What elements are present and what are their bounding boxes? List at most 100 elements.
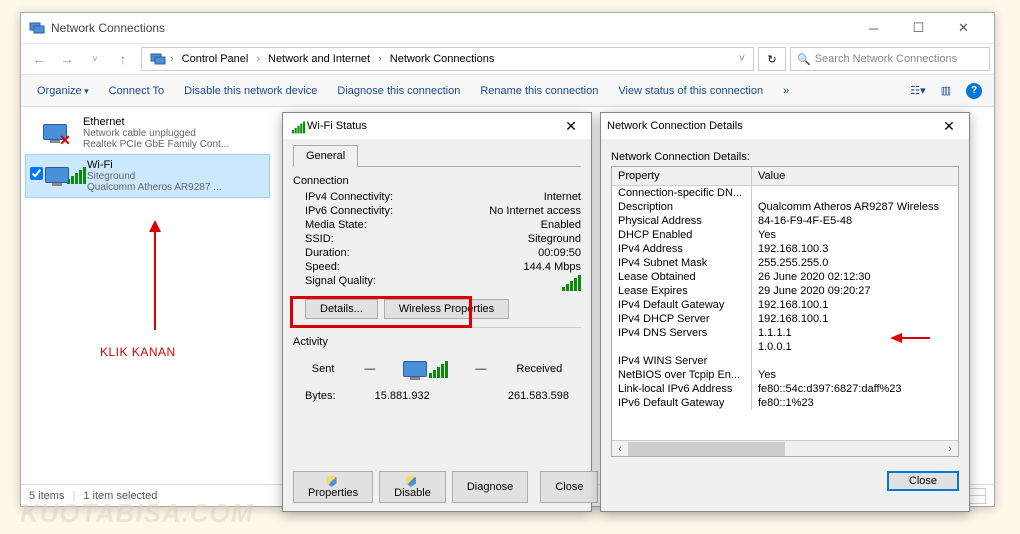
forward-button[interactable]: →	[53, 45, 81, 73]
table-row[interactable]: DescriptionQualcomm Atheros AR9287 Wirel…	[612, 200, 958, 214]
dialog-close-button[interactable]: ✕	[557, 115, 585, 137]
signal-quality-label: Signal Quality:	[305, 275, 376, 291]
table-row[interactable]: DHCP EnabledYes	[612, 228, 958, 242]
wifi-icon	[47, 159, 83, 191]
dialog-title: Wi-Fi Status	[307, 120, 557, 132]
value-cell: 84-16-F9-4F-E5-48	[752, 214, 958, 228]
property-cell: Description	[612, 200, 752, 214]
property-value: 00:09:50	[538, 247, 581, 259]
property-cell: Lease Obtained	[612, 270, 752, 284]
adapter-status: Network cable unplugged	[83, 128, 266, 139]
property-cell: IPv4 Default Gateway	[612, 298, 752, 312]
close-button[interactable]: Close	[887, 471, 959, 491]
signal-bars-icon	[562, 275, 581, 291]
window-icon	[29, 20, 45, 36]
table-row[interactable]: IPv4 WINS Server	[612, 354, 958, 368]
help-icon[interactable]: ?	[962, 79, 986, 103]
table-row[interactable]: Link-local IPv6 Addressfe80::54c:d397:68…	[612, 382, 958, 396]
recent-dropdown[interactable]: ˅	[81, 45, 109, 73]
property-label: Media State:	[305, 219, 367, 231]
property-cell: IPv4 WINS Server	[612, 354, 752, 368]
property-value: No Internet access	[489, 205, 581, 217]
table-row[interactable]: IPv4 Default Gateway192.168.100.1	[612, 298, 958, 312]
property-cell: DHCP Enabled	[612, 228, 752, 242]
connection-label: Connection	[293, 175, 581, 187]
close-button[interactable]: ✕	[941, 13, 986, 43]
column-value[interactable]: Value	[752, 167, 958, 185]
value-cell: Yes	[752, 228, 958, 242]
property-value: Siteground	[528, 233, 581, 245]
table-row[interactable]: IPv4 Address192.168.100.3	[612, 242, 958, 256]
value-cell: Qualcomm Atheros AR9287 Wireless	[752, 200, 958, 214]
refresh-button[interactable]: ↻	[758, 47, 786, 71]
view-status-button[interactable]: View status of this connection	[610, 81, 771, 101]
diagnose-button[interactable]: Diagnose	[452, 471, 528, 503]
adapter-ethernet[interactable]: ✕ Ethernet Network cable unplugged Realt…	[25, 112, 270, 154]
preview-pane-icon[interactable]: ▥	[934, 79, 958, 103]
organize-menu[interactable]: Organize	[29, 81, 97, 101]
breadcrumb[interactable]: › Control Panel › Network and Internet ›…	[141, 47, 754, 71]
property-cell: Lease Expires	[612, 284, 752, 298]
table-row[interactable]: Connection-specific DN...	[612, 186, 958, 200]
breadcrumb-icon	[146, 51, 162, 67]
bytes-received: 261.583.598	[508, 390, 569, 402]
klik-kanan-annotation: KLIK KANAN	[100, 345, 176, 359]
dialog-close-button[interactable]: ✕	[935, 115, 963, 137]
table-row[interactable]: IPv4 Subnet Mask255.255.255.0	[612, 256, 958, 270]
dialog-titlebar: Network Connection Details ✕	[601, 113, 969, 139]
value-cell: 192.168.100.1	[752, 298, 958, 312]
adapter-checkbox[interactable]	[30, 167, 43, 180]
table-row[interactable]: IPv4 DHCP Server192.168.100.1	[612, 312, 958, 326]
adapter-wifi[interactable]: Wi-Fi Siteground Qualcomm Atheros AR9287…	[25, 154, 270, 198]
table-row[interactable]: Lease Obtained26 June 2020 02:12:30	[612, 270, 958, 284]
view-options-icon[interactable]: ☷▾	[906, 79, 930, 103]
table-row[interactable]: NetBIOS over Tcpip En...Yes	[612, 368, 958, 382]
horizontal-scrollbar[interactable]: ‹›	[612, 440, 958, 456]
property-cell: IPv4 DNS Servers	[612, 326, 752, 340]
property-cell: IPv4 DHCP Server	[612, 312, 752, 326]
value-cell	[752, 186, 958, 200]
properties-button[interactable]: Properties	[293, 471, 373, 503]
search-input[interactable]: 🔍 Search Network Connections	[790, 47, 990, 71]
bytes-label: Bytes:	[305, 390, 336, 402]
more-menu[interactable]: »	[775, 81, 797, 101]
connect-to-button[interactable]: Connect To	[101, 81, 172, 101]
property-label: Duration:	[305, 247, 350, 259]
property-value: Enabled	[541, 219, 581, 231]
property-label: IPv6 Connectivity:	[305, 205, 393, 217]
breadcrumb-dropdown[interactable]: ˅	[735, 53, 749, 65]
back-button[interactable]: ←	[25, 45, 53, 73]
diagnose-button[interactable]: Diagnose this connection	[329, 81, 468, 101]
ethernet-icon: ✕	[43, 116, 79, 148]
property-cell	[612, 340, 752, 354]
adapter-device: Qualcomm Atheros AR9287 ...	[87, 182, 265, 193]
property-cell: NetBIOS over Tcpip En...	[612, 368, 752, 382]
property-cell: IPv4 Address	[612, 242, 752, 256]
column-property[interactable]: Property	[612, 167, 752, 185]
table-row[interactable]: Physical Address84-16-F9-4F-E5-48	[612, 214, 958, 228]
value-cell: fe80::1%23	[752, 396, 958, 410]
breadcrumb-item[interactable]: Control Panel	[178, 53, 253, 65]
up-button[interactable]: ↑	[109, 45, 137, 73]
maximize-button[interactable]: ☐	[896, 13, 941, 43]
disable-button[interactable]: Disable	[379, 471, 446, 503]
table-row[interactable]: Lease Expires29 June 2020 09:20:27	[612, 284, 958, 298]
toolbar: Organize Connect To Disable this network…	[21, 75, 994, 107]
rename-button[interactable]: Rename this connection	[472, 81, 606, 101]
property-label: IPv4 Connectivity:	[305, 191, 393, 203]
disable-device-button[interactable]: Disable this network device	[176, 81, 325, 101]
property-cell: IPv4 Subnet Mask	[612, 256, 752, 270]
watermark: KUOTABISA.COM	[20, 498, 254, 529]
minimize-button[interactable]: ─	[851, 13, 896, 43]
breadcrumb-item[interactable]: Network Connections	[386, 53, 499, 65]
tab-general[interactable]: General	[293, 145, 358, 167]
table-row[interactable]: IPv6 Default Gatewayfe80::1%23	[612, 396, 958, 410]
property-cell: Connection-specific DN...	[612, 186, 752, 200]
bytes-sent: 15.881.932	[375, 390, 430, 402]
window-title: Network Connections	[51, 21, 851, 35]
dash: —	[364, 363, 375, 375]
close-button[interactable]: Close	[540, 471, 598, 503]
breadcrumb-item[interactable]: Network and Internet	[264, 53, 374, 65]
navbar: ← → ˅ ↑ › Control Panel › Network and In…	[21, 43, 994, 75]
received-label: Received	[516, 363, 562, 375]
